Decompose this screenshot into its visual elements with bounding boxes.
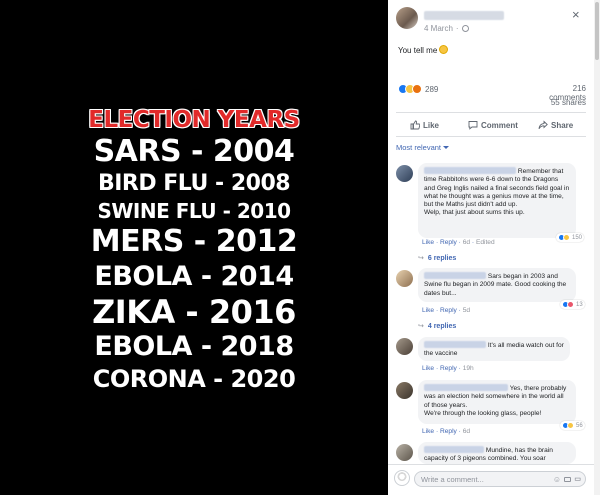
meme-image: ELECTION YEARS SARS - 2004 BIRD FLU - 20… [58,97,330,407]
comment-reply-link[interactable]: Reply [440,365,457,372]
comment-button[interactable]: Comment [468,120,518,130]
current-user-avatar [394,470,410,486]
commenter-avatar[interactable] [396,338,413,355]
post-text: You tell me [398,45,449,55]
commenter-avatar[interactable] [396,382,413,399]
comment-reply-link[interactable]: Reply [440,307,457,314]
reactions-summary[interactable]: 289 [398,84,438,94]
comment-reactions[interactable]: 13 [560,300,585,309]
comment-time[interactable]: 5d [463,307,470,314]
thinking-emoji-icon [439,45,449,54]
comment-sort-dropdown[interactable]: Most relevant [396,143,450,152]
comment-actions: Like · Reply · 6d [422,428,471,435]
comment-time[interactable]: 6d [463,239,470,246]
share-icon [538,120,548,130]
post-date[interactable]: 4 March [424,24,453,33]
view-replies-link[interactable]: ↪ 4 replies [418,322,456,331]
globe-icon [461,25,469,32]
comment-like-link[interactable]: Like [422,239,434,246]
commenter-name-redacted[interactable] [424,341,486,348]
commenter-avatar[interactable] [396,270,413,287]
haha-reaction-icon [567,422,574,429]
comment-edited: Edited [475,239,495,246]
meme-line-sars: SARS - 2004 [93,134,295,169]
commenter-name-redacted[interactable] [424,167,516,174]
share-button[interactable]: Share [538,120,573,130]
commenter-name-redacted[interactable] [424,384,508,391]
comment-bubble: Yes, there probably was an election held… [418,380,576,424]
emoji-icon[interactable]: ☺ [553,475,561,484]
commenter-avatar[interactable] [396,444,413,461]
comment-time[interactable]: 19h [463,365,474,372]
divider [388,464,594,465]
post-meta: 4 March · [424,24,469,33]
comment-bubble: Sars began in 2003 and Swine flu began i… [418,268,576,302]
meme-line-ebola-2018: EBOLA - 2018 [94,331,294,362]
meme-line-corona: CORONA - 2020 [92,365,296,393]
comment-text: Remember that time Rabbitohs were 6-6 do… [424,168,570,217]
comment-actions: Like · Reply · 19h [422,365,474,372]
reply-arrow-icon: ↪ [418,323,424,330]
angry-reaction-icon [412,84,422,94]
divider [396,112,586,113]
photo-viewer: ELECTION YEARS SARS - 2004 BIRD FLU - 20… [0,0,388,495]
commenter-name-redacted[interactable] [424,272,486,279]
view-replies-link[interactable]: ↪ 6 replies [418,254,456,263]
meme-line-ebola-2014: EBOLA - 2014 [94,261,294,292]
comment-reply-link[interactable]: Reply [440,239,457,246]
shares-count[interactable]: 55 shares [536,98,586,107]
close-icon[interactable]: × [572,8,580,21]
reply-arrow-icon: ↪ [418,255,424,262]
poster-name-redacted[interactable] [424,11,504,20]
comment-actions: Like · Reply · 5d [422,307,471,314]
meme-title: ELECTION YEARS [88,107,300,133]
post-side-panel: 4 March · × You tell me 289 216 comments… [388,0,594,495]
caret-down-icon [443,146,450,149]
comment-bubble: Mundine, has the brain capacity of 3 pig… [418,442,576,464]
meme-line-mers: MERS - 2012 [90,224,298,259]
comment-icon [468,121,478,130]
thumbs-up-icon [410,120,420,130]
comment-like-link[interactable]: Like [422,365,434,372]
comment-bubble: Remember that time Rabbitohs were 6-6 do… [418,163,576,238]
comment-like-link[interactable]: Like [422,307,434,314]
divider [396,136,586,137]
meme-line-swine-flu: SWINE FLU - 2010 [97,199,291,223]
comment-like-link[interactable]: Like [422,428,434,435]
reactions-count: 289 [425,84,439,94]
scrollbar-thumb[interactable] [595,2,599,60]
comment-input[interactable]: Write a comment... ☺ ▭ [414,471,586,487]
scrollbar-track[interactable] [594,0,600,495]
comment-actions: Like · Reply · 6d · Edited [422,239,495,246]
like-button[interactable]: Like [410,120,439,130]
comment-reactions[interactable]: 56 [560,421,585,430]
comment-bubble: It's all media watch out for the vaccine [418,337,570,361]
camera-icon[interactable] [564,477,571,482]
heart-reaction-icon [567,301,574,308]
comment-reactions[interactable]: 150 [556,233,585,242]
comment-time[interactable]: 6d [463,428,470,435]
comment-reply-link[interactable]: Reply [440,428,457,435]
meme-line-zika: ZIKA - 2016 [92,293,296,331]
gif-icon[interactable]: ▭ [574,475,581,483]
meme-line-bird-flu: BIRD FLU - 2008 [97,171,291,196]
poster-avatar[interactable] [396,7,418,29]
haha-reaction-icon [563,234,570,241]
commenter-avatar[interactable] [396,165,413,182]
commenter-name-redacted[interactable] [424,446,484,453]
